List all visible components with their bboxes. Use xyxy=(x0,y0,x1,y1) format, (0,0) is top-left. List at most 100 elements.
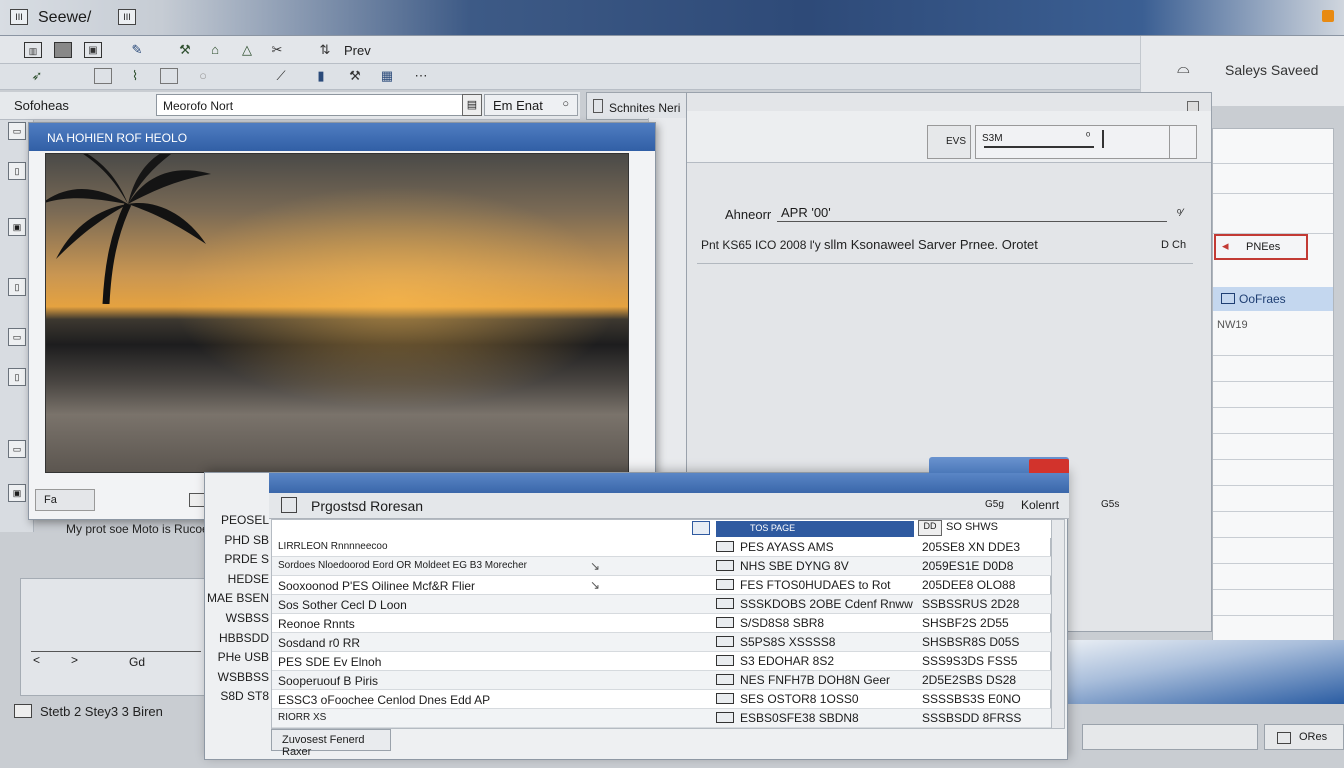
zoom-slider[interactable]: S3M ᵒ xyxy=(975,125,1171,159)
tool-icon[interactable]: ⚒ xyxy=(176,42,194,58)
scrollbar[interactable] xyxy=(1051,519,1065,729)
more-icon[interactable]: ⋯ xyxy=(412,68,430,84)
photo-preview xyxy=(45,153,629,473)
list-item-selected[interactable]: OoFraes xyxy=(1213,287,1333,311)
document-icon xyxy=(281,497,297,513)
row-label: PRDE S xyxy=(224,552,269,567)
table-row[interactable]: PES SDE Ev Elnoh S3 EDOHAR 8S2 SSS9S3DS FS… xyxy=(272,652,1052,671)
tool-icon[interactable]: ▯ xyxy=(8,278,26,296)
divider xyxy=(1213,589,1333,590)
brush-icon[interactable]: ⌇ xyxy=(126,68,144,84)
table-row[interactable]: Sooperuouf B Piris NES FNFH7B DOH8N Geer 2… xyxy=(272,671,1052,690)
viewer-caption[interactable]: NA HOHIEN ROF HEOLO xyxy=(29,123,655,151)
cell-name: Sooxoonod P'ES Oilinee Mcf&R Flier xyxy=(278,579,476,593)
tool-icon[interactable]: ▯ xyxy=(8,368,26,386)
table-row[interactable]: Sooxoonod P'ES Oilinee Mcf&R Flier ↘ FES F… xyxy=(272,576,1052,595)
sort-icon[interactable]: ⇅ xyxy=(316,42,334,58)
line-icon[interactable]: ⟋ xyxy=(272,68,290,84)
frame-icon[interactable] xyxy=(160,68,178,84)
title-bar: III Seewe/ III xyxy=(0,0,1344,36)
cut-icon[interactable]: ✂ xyxy=(268,42,286,58)
cell-detail-text: FES FTOS0HUDAES to Rot xyxy=(740,578,891,592)
results-caption-bar xyxy=(269,473,1069,493)
corner-icon[interactable] xyxy=(1169,125,1197,159)
close-icon[interactable] xyxy=(1322,10,1334,22)
circle-icon[interactable]: ○ xyxy=(194,68,212,84)
fit-icon[interactable] xyxy=(189,493,205,507)
selected-column[interactable]: TOS PAGE xyxy=(692,521,914,537)
prev-button[interactable]: Prev xyxy=(344,43,371,58)
layout-icon[interactable]: ▥ xyxy=(24,42,42,58)
file-icon xyxy=(716,693,734,704)
field-dots-icon[interactable]: ᵒ⁄ xyxy=(1177,207,1183,219)
cell-name: LIRRLEON Rnnnneecoo xyxy=(278,541,388,552)
column-header[interactable]: G5s xyxy=(1101,499,1119,510)
segment-button[interactable]: EVS xyxy=(927,125,971,159)
table-row[interactable]: ESSC3 oFoochee Cenlod Dnes Edd AP SES OST… xyxy=(272,690,1052,709)
count-field[interactable]: DD xyxy=(918,520,942,536)
bottom-right-button[interactable]: ORes xyxy=(1264,724,1344,750)
tools-icon[interactable]: ⚒ xyxy=(346,68,364,84)
info-main: sllm Ksonaweel Sarver Prnee. Orotet xyxy=(824,237,1038,252)
pen-icon[interactable]: ✎ xyxy=(128,42,146,58)
slider-label: S3M xyxy=(982,133,1003,144)
list-subtext: NW19 xyxy=(1217,319,1248,331)
table-subheader: TOS PAGE DD SO SHWS xyxy=(692,520,1052,538)
table-row[interactable]: Reonoe Rnnts S/SD8S8 SBR8 SHSBF2S 2D55 xyxy=(272,614,1052,633)
search-button[interactable]: ▤ xyxy=(462,94,482,116)
table-row[interactable]: Sos Sother Cecl D Loon SSSKDOBS 2OBE Cden… xyxy=(272,595,1052,614)
tool-icon[interactable]: ▯ xyxy=(8,162,26,180)
dropdown-select[interactable]: Em Enat ○ xyxy=(484,94,578,116)
tool-icon[interactable]: ▣ xyxy=(8,218,26,236)
timeline-prev[interactable]: < xyxy=(33,653,40,667)
arrow-icon[interactable]: ➶ xyxy=(28,68,46,84)
timeline-next[interactable]: > xyxy=(71,653,78,667)
expand-arrow-icon[interactable]: ↘ xyxy=(590,578,600,592)
slider-thumb[interactable]: ᵒ xyxy=(1086,130,1090,142)
search-input[interactable]: Meorofo Nort xyxy=(156,94,481,116)
file-icon xyxy=(716,674,734,685)
search-value: Meorofo Nort xyxy=(163,99,234,113)
image-icon[interactable]: ▦ xyxy=(378,68,396,84)
triangle-icon[interactable]: △ xyxy=(238,42,256,58)
section-label: Sofoheas xyxy=(14,98,69,113)
cell-code: 2D5E2SBS DS28 xyxy=(922,673,1017,687)
cell-detail-text: S5PS8S XSSSS8 xyxy=(740,635,836,649)
row-label: MAE BSEN xyxy=(206,591,269,606)
table-row[interactable]: Sosdand r0 RR S5PS8S XSSSS8 SHSBSR8S D05S xyxy=(272,633,1052,652)
cell-detail: ESBS0SFE38 SBDN8 xyxy=(716,711,859,725)
right-list-panel: OoFraes NW19 xyxy=(1212,128,1334,690)
tool-icon[interactable]: ▭ xyxy=(8,328,26,346)
panel-icon[interactable] xyxy=(54,42,72,58)
row-label: WSBSS xyxy=(225,611,269,625)
folder-icon xyxy=(1221,293,1235,304)
table-row[interactable]: Sordoes Nloedoorod Eord OR Moldeet EG B3… xyxy=(272,557,1052,576)
highlight-badge[interactable]: ◂ PNEes xyxy=(1214,234,1308,260)
column-header[interactable]: G5g xyxy=(985,499,1004,510)
tool-icon[interactable]: ▭ xyxy=(8,122,26,140)
results-footer-button[interactable]: Zuvosest Fenerd Raxer xyxy=(271,729,391,758)
table-row[interactable]: RIORR XS ESBS0SFE38 SBDN8 SSSBSDD 8FRSS xyxy=(272,709,1052,728)
expand-arrow-icon[interactable]: ↘ xyxy=(590,559,600,573)
cell-detail-text: PES AYASS AMS xyxy=(740,540,834,554)
tool-icon[interactable]: ▭ xyxy=(8,440,26,458)
tool-icon[interactable]: ▣ xyxy=(8,484,26,502)
blank-icon[interactable] xyxy=(94,68,112,84)
row-label: HBBSDD xyxy=(218,630,269,645)
arrow-left-icon: ◂ xyxy=(1222,238,1229,253)
cell-name: Reonoe Rnnts xyxy=(278,617,355,631)
table-row[interactable]: LIRRLEON Rnnnneecoo PES AYASS AMS 205SE8 X… xyxy=(272,538,1052,557)
column-icon[interactable]: ▮ xyxy=(312,68,330,84)
divider xyxy=(1213,163,1333,164)
field-value[interactable]: APR '00' xyxy=(781,205,831,220)
row-label: S8D ST8 xyxy=(220,689,269,704)
shape-icon[interactable]: ⌂ xyxy=(206,42,224,58)
column-header[interactable]: Kolenrt xyxy=(1021,498,1059,512)
column-label: SO SHWS xyxy=(946,521,998,533)
grid-icon[interactable]: III xyxy=(118,9,136,25)
results-table: TOS PAGE DD SO SHWS LIRRLEON Rnnnneecoo P… xyxy=(271,519,1052,729)
cell-detail: NES FNFH7B DOH8N Geer xyxy=(716,673,890,687)
viewer-footer-button[interactable]: Fa xyxy=(35,489,95,511)
cell-detail: FES FTOS0HUDAES to Rot xyxy=(716,578,891,592)
window-icon[interactable]: ▣ xyxy=(84,42,102,58)
